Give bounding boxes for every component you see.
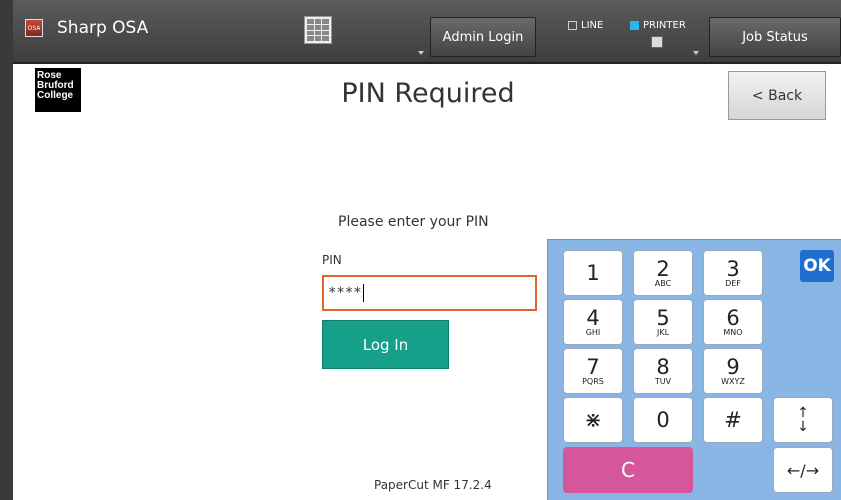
line-indicator: LINE <box>568 20 603 31</box>
key-hash[interactable]: # <box>703 397 763 443</box>
key-9[interactable]: 9 WXYZ <box>703 348 763 394</box>
numeric-keypad: OK 1 2 ABC 3 DEF 4 GHI 5 JKL 6 MNO 7 PQRS 8 TUV… <box>547 239 841 500</box>
key-3[interactable]: 3 DEF <box>703 250 763 296</box>
printer-status-icon <box>630 21 639 30</box>
key-6[interactable]: 6 MNO <box>703 299 763 345</box>
back-button[interactable]: < Back <box>728 71 826 120</box>
printer-label: PRINTER <box>643 20 686 31</box>
college-logo: Rose Bruford College <box>35 68 81 112</box>
line-status-icon <box>568 21 577 30</box>
clear-button[interactable]: C <box>563 447 693 493</box>
top-bar: OSA Sharp OSA Admin Login LINE PRINTER J… <box>13 0 841 64</box>
key-5[interactable]: 5 JKL <box>633 299 693 345</box>
admin-login-button[interactable]: Admin Login <box>430 17 536 57</box>
key-4[interactable]: 4 GHI <box>563 299 623 345</box>
keypad-icon[interactable] <box>304 16 332 44</box>
dropdown-arrow-icon <box>693 51 699 55</box>
pin-input[interactable]: **** <box>322 275 537 311</box>
pin-prompt: Please enter your PIN <box>338 214 489 230</box>
status-indicators: LINE PRINTER <box>568 20 708 58</box>
dropdown-arrow-icon <box>418 51 424 55</box>
leftright-toggle-button[interactable]: ←/→ <box>773 447 833 493</box>
version-footer: PaperCut MF 17.2.4 <box>374 478 492 492</box>
updown-toggle-button[interactable]: ↑ ↓ <box>773 397 833 443</box>
printer-icon <box>651 36 663 48</box>
key-0[interactable]: 0 <box>633 397 693 443</box>
sharp-osa-icon: OSA <box>25 19 43 37</box>
line-label: LINE <box>581 20 604 31</box>
key-1[interactable]: 1 <box>563 250 623 296</box>
page-title: PIN Required <box>341 78 515 109</box>
key-asterisk[interactable]: ⋇ <box>563 397 623 443</box>
device-screen: OSA Sharp OSA Admin Login LINE PRINTER J… <box>13 0 841 500</box>
key-2[interactable]: 2 ABC <box>633 250 693 296</box>
printer-indicator: PRINTER <box>630 20 686 31</box>
app-title: Sharp OSA <box>57 18 149 38</box>
key-7[interactable]: 7 PQRS <box>563 348 623 394</box>
pin-label: PIN <box>322 253 342 267</box>
job-status-button[interactable]: Job Status <box>709 17 841 57</box>
key-8[interactable]: 8 TUV <box>633 348 693 394</box>
ok-button[interactable]: OK <box>800 250 834 282</box>
app-brand: OSA Sharp OSA <box>25 18 148 38</box>
login-button[interactable]: Log In <box>322 320 449 369</box>
